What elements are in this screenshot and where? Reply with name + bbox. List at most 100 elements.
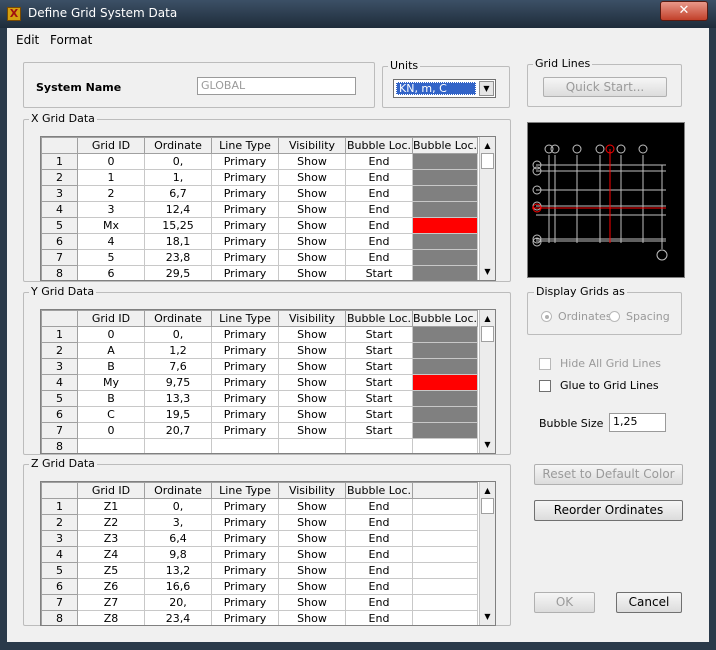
cell-ord[interactable]: 7,6 [144,358,212,375]
cell-type[interactable]: Primary [211,249,279,266]
cell-id[interactable]: 6 [77,265,145,280]
scroll-thumb[interactable] [481,326,494,342]
row-number[interactable]: 7 [41,249,78,266]
row-number[interactable]: 8 [41,610,78,625]
cell-type[interactable]: Primary [211,390,279,407]
row-number[interactable]: 4 [41,374,78,391]
cell-ord[interactable]: 20,7 [144,422,212,439]
cell-ord[interactable]: 6,7 [144,185,212,202]
row-number[interactable]: 8 [41,265,78,280]
close-button[interactable]: ✕ [660,1,708,21]
cell-ord[interactable]: 6,4 [144,530,212,547]
cancel-button[interactable]: Cancel [616,592,682,613]
cell-type[interactable]: Primary [211,326,279,343]
cell-id[interactable]: Z7 [77,594,145,611]
cell-bub[interactable]: Start [345,358,413,375]
cell-bub[interactable]: Start [345,390,413,407]
bubble-color-swatch[interactable] [411,422,479,439]
units-dropdown[interactable]: KN, m, C ▼ [393,79,496,98]
cell-bub[interactable]: End [345,578,413,595]
cell-id[interactable] [77,438,145,453]
cell-bub[interactable]: End [345,610,413,625]
cell-id[interactable]: 4 [77,233,145,250]
row-number[interactable]: 5 [41,217,78,234]
cell-type[interactable]: Primary [211,342,279,359]
cell-vis[interactable]: Show [278,342,346,359]
cell-id[interactable]: A [77,342,145,359]
row-number[interactable]: 5 [41,562,78,579]
bubble-color-swatch[interactable] [411,390,479,407]
cell-bub[interactable]: Start [345,406,413,423]
reorder-ordinates-button[interactable]: Reorder Ordinates [534,500,683,521]
row-number[interactable]: 5 [41,390,78,407]
cell-bub[interactable]: Start [345,422,413,439]
cell-vis[interactable]: Show [278,249,346,266]
title-bar[interactable]: X Define Grid System Data ✕ [0,0,716,28]
system-name-field[interactable]: GLOBAL [197,77,356,95]
cell-id[interactable]: 0 [77,326,145,343]
cell-ord[interactable]: 15,25 [144,217,212,234]
cell-vis[interactable]: Show [278,185,346,202]
cell-ord[interactable]: 13,2 [144,562,212,579]
spacing-radio[interactable] [609,311,620,322]
cell-id[interactable]: 0 [77,153,145,170]
cell-vis[interactable]: Show [278,594,346,611]
cell-bub[interactable]: Start [345,342,413,359]
cell-type[interactable]: Primary [211,185,279,202]
cell-bub[interactable]: Start [345,265,413,280]
row-number[interactable]: 3 [41,530,78,547]
cell-id[interactable]: C [77,406,145,423]
cell-id[interactable]: Z6 [77,578,145,595]
cell-ord[interactable]: 12,4 [144,201,212,218]
column-header[interactable]: Visibility [278,482,346,499]
cell-type[interactable]: Primary [211,530,279,547]
cell-ord[interactable]: 23,8 [144,249,212,266]
cell-id[interactable]: Z1 [77,498,145,515]
scroll-down-icon[interactable]: ▼ [480,264,495,279]
bubble-color-swatch[interactable] [411,169,479,186]
cell-vis[interactable]: Show [278,153,346,170]
row-number[interactable]: 3 [41,185,78,202]
cell-vis[interactable]: Show [278,201,346,218]
vertical-scrollbar[interactable]: ▲ ▼ [479,482,495,625]
cell-bub[interactable]: End [345,562,413,579]
cell-vis[interactable]: Show [278,390,346,407]
bubble-color-swatch[interactable] [411,358,479,375]
column-header[interactable]: Ordinate [144,482,212,499]
cell-ord[interactable]: 0, [144,153,212,170]
cell-vis[interactable]: Show [278,265,346,280]
column-header[interactable]: Line Type [211,310,279,327]
cell-type[interactable]: Primary [211,169,279,186]
cell-bub[interactable]: End [345,514,413,531]
row-number[interactable]: 1 [41,153,78,170]
vertical-scrollbar[interactable]: ▲ ▼ [479,137,495,280]
row-number[interactable]: 1 [41,498,78,515]
menu-format[interactable]: Format [50,33,92,47]
bubble-size-field[interactable]: 1,25 [609,413,666,432]
bubble-color-swatch[interactable] [411,217,479,234]
cell-type[interactable]: Primary [211,265,279,280]
row-number[interactable]: 3 [41,358,78,375]
bubble-color-swatch[interactable] [411,185,479,202]
menu-edit[interactable]: Edit [16,33,39,47]
column-header[interactable]: Visibility [278,310,346,327]
cell-id[interactable]: Z3 [77,530,145,547]
cell-type[interactable]: Primary [211,422,279,439]
cell-bub[interactable]: End [345,153,413,170]
cell-ord[interactable]: 29,5 [144,265,212,280]
column-header[interactable]: Bubble Loc. [345,482,413,499]
cell-ord[interactable]: 16,6 [144,578,212,595]
cell-id[interactable]: Z4 [77,546,145,563]
cell-id[interactable]: 2 [77,185,145,202]
quick-start-button[interactable]: Quick Start... [543,77,667,97]
column-header[interactable]: Bubble Loc. [411,310,479,327]
cell-type[interactable]: Primary [211,217,279,234]
cell-vis[interactable]: Show [278,406,346,423]
cell-id[interactable]: Z8 [77,610,145,625]
cell-type[interactable]: Primary [211,578,279,595]
cell-type[interactable]: Primary [211,546,279,563]
cell-ord[interactable]: 9,75 [144,374,212,391]
cell-vis[interactable]: Show [278,217,346,234]
cell-ord[interactable]: 1, [144,169,212,186]
cell-type[interactable]: Primary [211,233,279,250]
